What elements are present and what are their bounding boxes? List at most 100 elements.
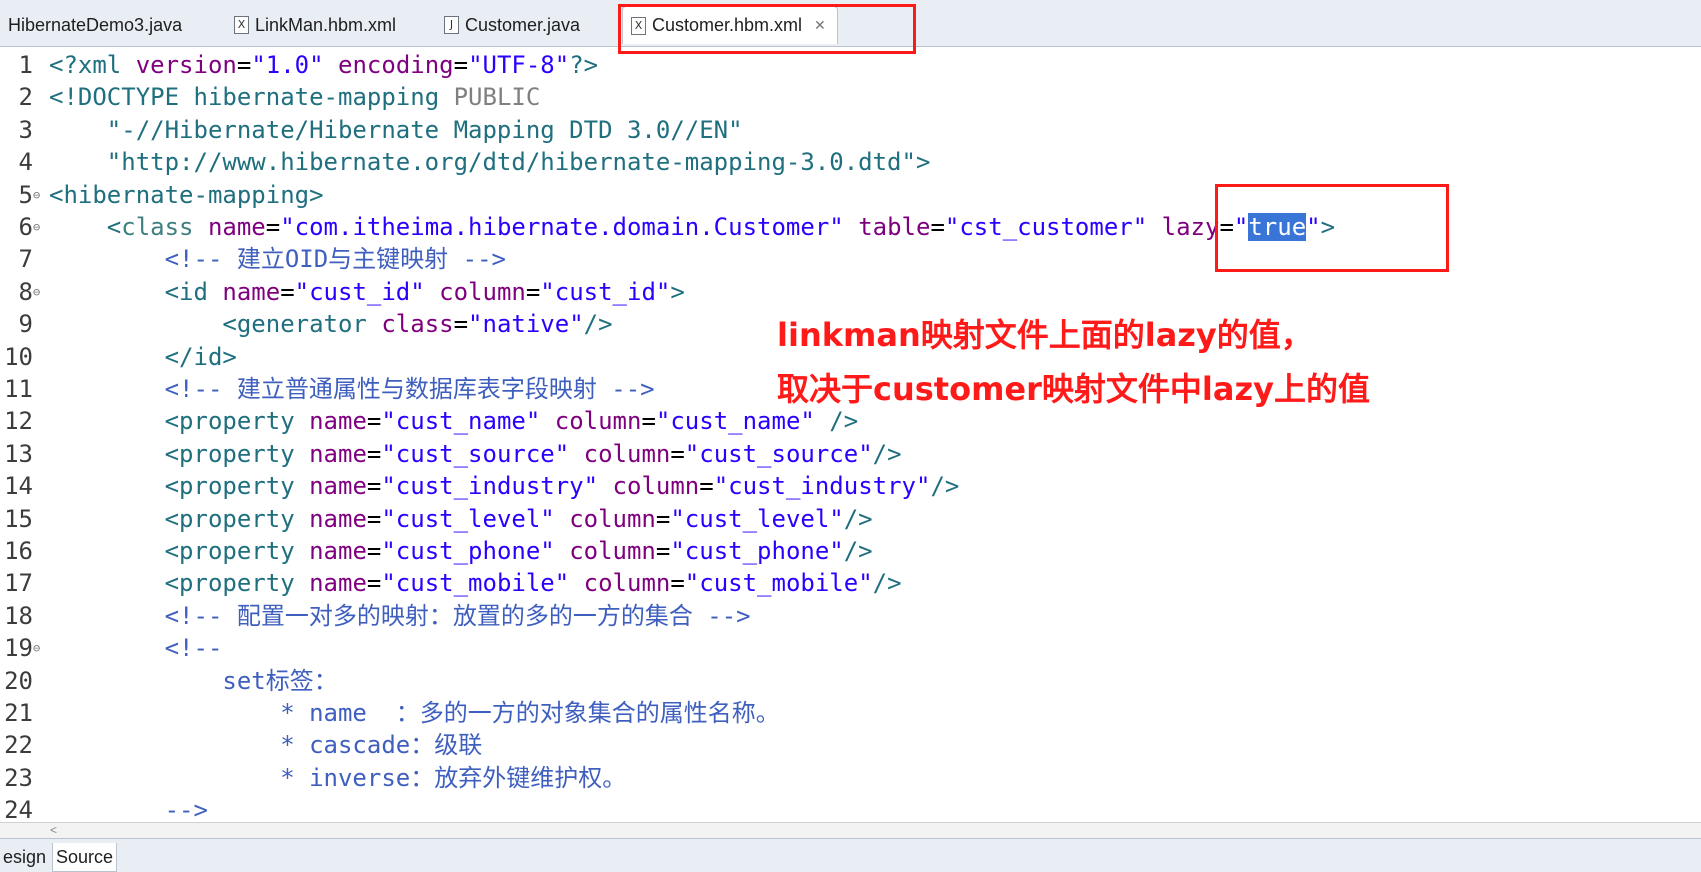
code-text: <generator class="native"/> [49,308,612,340]
line-number: 22 [4,731,33,760]
code-token: set标签： [49,666,338,695]
tab-label: HibernateDemo3.java [8,14,183,35]
code-token: <property [49,569,310,598]
line-number: 11 [4,375,33,403]
code-line[interactable]: 16 <property name="cust_phone" column="c… [0,535,1701,567]
annotation-line-1: linkman映射文件上面的lazy的值， [777,316,1313,354]
code-token: /> [872,569,902,598]
fold-icon[interactable]: ⊖ [33,211,40,243]
code-text: "-//Hibernate/Hibernate Mapping DTD 3.0/… [49,114,743,146]
code-text: <property name="cust_industry" column="c… [49,470,960,502]
java-file-icon: J [444,16,459,34]
tab-design[interactable]: esign [0,843,49,871]
line-number: 20 [4,666,33,695]
fold-icon[interactable]: ⊖ [33,179,40,211]
code-line[interactable]: 13 <property name="cust_source" column="… [0,438,1701,470]
code-token: name [309,472,367,501]
code-token: "cust_id" [540,277,671,306]
code-token: "native" [468,310,584,339]
code-line[interactable]: 19 ⊖ <!-- [0,632,1701,664]
code-text: <class name="com.itheima.hibernate.domai… [49,211,1335,243]
code-token: /> [843,537,873,565]
code-token: encoding [338,51,454,79]
line-number: 5 [18,180,33,209]
code-line[interactable]: 8 ⊖ <id name="cust_id" column="cust_id"> [0,276,1701,308]
code-line[interactable]: 3 "-//Hibernate/Hibernate Mapping DTD 3.… [0,114,1701,146]
code-token: hibernate-mapping [193,83,454,112]
code-token: ?> [569,51,599,79]
code-token: name [309,537,367,565]
line-number: 19 [4,634,33,663]
code-line[interactable]: 23 * inverse：放弃外键维护权。 [0,762,1701,794]
line-number: 13 [4,439,33,468]
scroll-left-icon[interactable]: < [50,823,57,837]
code-token: "cust_level" [670,504,844,533]
code-token: PUBLIC [453,83,541,112]
code-token: <property [49,439,310,468]
code-token: class [121,213,194,241]
line-number: 8 [18,277,33,306]
code-token: /> [814,407,859,436]
code-line[interactable]: 2 <!DOCTYPE hibernate-mapping PUBLIC [0,81,1701,113]
fold-icon[interactable]: ⊖ [33,276,40,308]
code-line[interactable]: 17 <property name="cust_mobile" column="… [0,567,1701,599]
tab-source[interactable]: Source [52,843,118,872]
code-token: <id [49,277,223,306]
code-line[interactable]: 12 <property name="cust_name" column="cu… [0,405,1701,437]
code-token: <!-- 建立OID与主键映射 --> [49,245,506,274]
code-token: "cust_phone" [670,537,844,565]
line-number: 1 [18,51,33,79]
code-token: "cust_name" [655,407,815,436]
highlight-box-lazy [1215,184,1449,272]
code-line[interactable]: 4 "http://www.hibernate.org/dtd/hibernat… [0,146,1701,178]
tab-label: Customer.java [465,14,581,35]
code-line[interactable]: 18 <!-- 配置一对多的映射：放置的多的一方的集合 --> [0,600,1701,632]
code-token: = [366,537,382,565]
line-number: 17 [4,569,33,598]
line-number: 2 [18,83,33,112]
horizontal-scrollbar[interactable]: < [0,822,1701,839]
code-token: <property [49,407,310,436]
code-token: = [655,537,671,565]
code-token: column [583,569,671,598]
code-line[interactable]: 15 <property name="cust_level" column="c… [0,503,1701,535]
code-token: <!-- 建立普通属性与数据库表字段映射 --> [49,375,655,403]
code-line[interactable]: 22 * cascade：级联 [0,729,1701,761]
code-text: <id name="cust_id" column="cust_id"> [49,276,685,308]
line-number: 18 [4,601,33,630]
code-token: = [366,504,382,533]
tab-label: LinkMan.hbm.xml [255,14,397,35]
code-token: <!-- 配置一对多的映射：放置的多的一方的集合 --> [49,601,751,630]
code-line[interactable]: 14 <property name="cust_industry" column… [0,470,1701,502]
tab-hibernatedemo3-java[interactable]: HibernateDemo3.java [0,6,190,44]
code-line[interactable]: 1 <?xml version="1.0" encoding="UTF-8"?> [0,49,1701,81]
tab-customer-java[interactable]: J Customer.java [436,6,588,44]
code-token: <!DOCTYPE [49,83,194,112]
code-line[interactable]: 21 * name ：多的一方的对象集合的属性名称。 [0,697,1701,729]
code-token: column [569,537,656,565]
code-text: <property name="cust_mobile" column="cus… [49,567,902,599]
code-token: "com.itheima.hibernate.domain.Customer" [280,213,844,241]
code-token: <property [49,537,310,565]
code-token: "cust_mobile" [684,569,873,598]
code-token: "cust_level" [381,504,555,533]
code-token: "cust_source" [684,439,873,468]
code-token: class [381,310,454,339]
annotation-line-2: 取决于customer映射文件中lazy上的值 [777,370,1370,408]
code-line[interactable]: 20 set标签： [0,665,1701,697]
code-token: column [439,277,526,306]
xml-source-editor[interactable]: 1 <?xml version="1.0" encoding="UTF-8"?> 2… [0,47,1701,824]
code-text: <!-- 建立普通属性与数据库表字段映射 --> [49,373,655,405]
code-token: "1.0" [251,51,324,79]
fold-icon[interactable]: ⊖ [33,632,40,664]
code-token: "cust_source" [381,439,570,468]
line-number: 9 [18,310,33,339]
code-token: <generator [49,310,382,339]
line-number: 16 [4,537,33,565]
tab-linkman-hbm-xml[interactable]: X LinkMan.hbm.xml [226,6,404,44]
